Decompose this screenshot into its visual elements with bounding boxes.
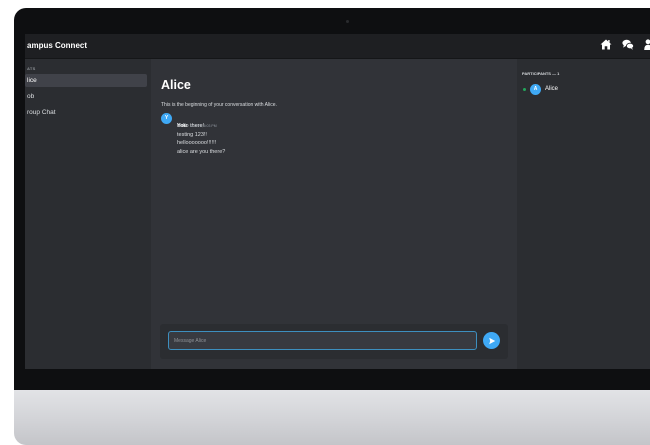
avatar[interactable]: Y (161, 113, 172, 124)
monitor-chin (14, 390, 650, 445)
send-button[interactable] (483, 332, 500, 349)
app-title: ampus Connect (27, 41, 88, 50)
sidebar-item-label: roup Chat (27, 109, 56, 116)
sidebar-section-label: ATS (27, 66, 36, 71)
channel-sidebar: ATS lice ob roup Chat (25, 59, 151, 369)
online-status-icon (523, 87, 526, 91)
app-window: ampus Connect ATS lice ob roup Chat Alic… (25, 34, 650, 369)
participant-name: Alice (545, 86, 559, 92)
home-icon[interactable] (600, 39, 612, 50)
sidebar-item-group-chat[interactable]: roup Chat (25, 106, 147, 119)
message-input[interactable] (168, 331, 477, 350)
participants-panel: PARTICIPANTS — 1 A Alice (517, 59, 650, 369)
message-line: hello there! (177, 123, 205, 129)
message-lines: hello there! testing 123!! hellooooooo!!… (177, 122, 225, 156)
sidebar-item-label: ob (27, 93, 35, 100)
sidebar-item-alice[interactable]: lice (25, 74, 147, 87)
send-arrow-icon (488, 332, 496, 350)
sidebar-item-label: lice (27, 77, 37, 84)
camera-dot (346, 20, 349, 23)
avatar: A (530, 83, 541, 95)
top-bar: ampus Connect (25, 34, 650, 59)
chat-bubbles-icon[interactable] (622, 39, 634, 50)
message-line: hellooooooo!!!!!! (177, 140, 217, 146)
participants-header: PARTICIPANTS — 1 (522, 71, 560, 76)
top-icons (600, 39, 650, 50)
user-icon[interactable] (644, 39, 650, 50)
message-composer (160, 324, 508, 359)
chat-panel: Alice This is the beginning of your conv… (151, 59, 517, 369)
message-line: alice are you there? (177, 148, 226, 155)
conversation-intro: This is the beginning of your conversati… (161, 102, 277, 108)
message-line: testing 123!! (177, 131, 207, 138)
participant-item-alice[interactable]: A Alice (523, 83, 558, 95)
sidebar-item-bob[interactable]: ob (25, 90, 147, 103)
page-title: Alice (161, 78, 191, 92)
